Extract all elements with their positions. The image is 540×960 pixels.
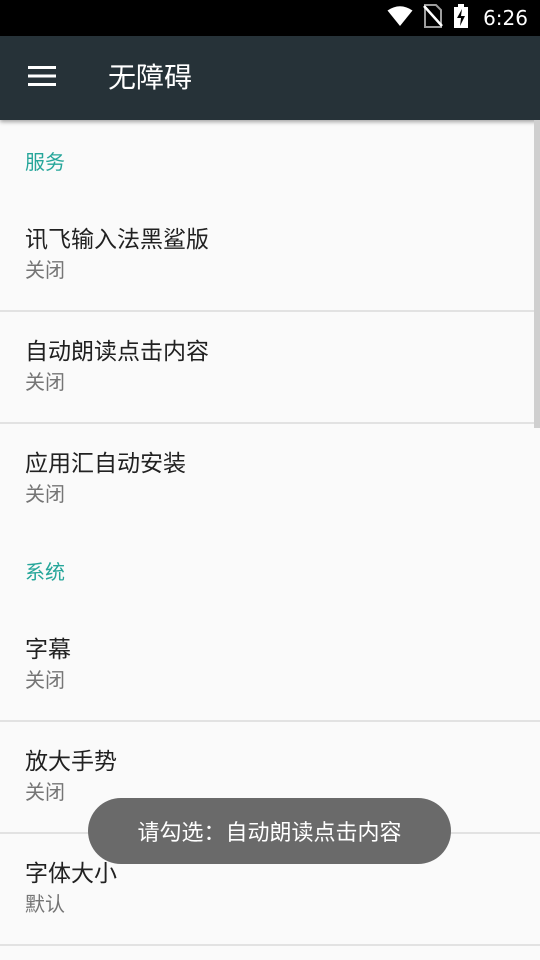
pref-summary: 关闭 bbox=[25, 258, 65, 282]
pref-title: 字幕 bbox=[25, 637, 71, 663]
status-time: 6:26 bbox=[483, 6, 528, 30]
pref-summary: 默认 bbox=[25, 892, 65, 916]
pref-title: 讯飞输入法黑鲨版 bbox=[25, 227, 209, 253]
pref-item-auto-read[interactable]: 自动朗读点击内容 关闭 bbox=[0, 312, 540, 424]
pref-summary: 关闭 bbox=[25, 668, 65, 692]
pref-summary: 关闭 bbox=[25, 370, 65, 394]
pref-summary: 关闭 bbox=[25, 482, 65, 506]
app-bar: 无障碍 bbox=[0, 36, 540, 120]
scrollbar-thumb[interactable] bbox=[534, 120, 540, 428]
menu-button[interactable] bbox=[14, 50, 70, 106]
pref-title: 应用汇自动安装 bbox=[25, 451, 186, 477]
no-sim-icon bbox=[423, 4, 444, 32]
category-system: 系统 bbox=[25, 560, 65, 584]
hamburger-menu-icon bbox=[28, 66, 56, 90]
page-title: 无障碍 bbox=[108, 61, 193, 94]
pref-item-captions[interactable]: 字幕 关闭 bbox=[0, 610, 540, 722]
status-icons: 6:26 bbox=[387, 0, 528, 36]
pref-title: 放大手势 bbox=[25, 749, 117, 775]
category-services: 服务 bbox=[25, 150, 65, 174]
status-bar: 6:26 bbox=[0, 0, 540, 36]
pref-item-app-auto-install[interactable]: 应用汇自动安装 关闭 bbox=[0, 424, 540, 536]
wifi-icon bbox=[387, 5, 413, 31]
toast-message: 请勾选：自动朗读点击内容 bbox=[88, 798, 451, 864]
pref-item-ifly-input[interactable]: 讯飞输入法黑鲨版 关闭 bbox=[0, 200, 540, 312]
battery-charging-icon bbox=[453, 4, 469, 32]
pref-title: 自动朗读点击内容 bbox=[25, 339, 209, 365]
